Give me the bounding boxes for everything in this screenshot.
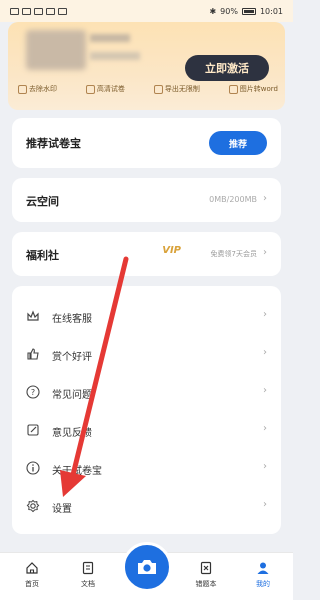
- menu-label: 意见反馈: [52, 428, 92, 439]
- tab-documents[interactable]: 文档: [68, 561, 108, 589]
- shield-icon: [46, 7, 55, 15]
- menu-label: 常见问题: [52, 390, 92, 401]
- chevron-right-icon: ›: [263, 385, 267, 396]
- menu-label: 赏个好评: [52, 352, 92, 363]
- document-icon: [82, 561, 94, 575]
- menu-label: 关于试卷宝: [52, 466, 102, 477]
- chevron-right-icon: ›: [263, 499, 267, 510]
- thumbs-up-icon: [27, 348, 39, 360]
- chevron-right-icon: ›: [263, 423, 267, 434]
- welfare-title: 福利社: [26, 249, 59, 262]
- chevron-right-icon: ›: [263, 347, 267, 358]
- recommend-card: 推荐试卷宝 推荐: [12, 118, 281, 168]
- status-bar: ✱ 90% 10:01: [0, 0, 293, 22]
- chevron-right-icon: ›: [263, 461, 267, 472]
- tab-mistakes[interactable]: 错题本: [186, 561, 226, 589]
- chevron-right-icon: ›: [263, 309, 267, 320]
- tab-profile[interactable]: 我的: [243, 561, 283, 589]
- tab-label: 我的: [256, 580, 270, 588]
- perk-item: 去除水印: [18, 84, 57, 94]
- menu-item-faq[interactable]: ? 常见问题 ›: [12, 372, 281, 412]
- vip-banner: 立即激活 去除水印 高清试卷 导出无限制 图片转word: [8, 22, 285, 110]
- perk-item: 导出无限制: [153, 84, 200, 94]
- perk-item: 图片转word: [228, 84, 278, 94]
- watermark-icon: [18, 84, 27, 94]
- menu-item-rate[interactable]: 赏个好评 ›: [12, 334, 281, 374]
- info-icon: [26, 461, 40, 475]
- tab-home[interactable]: 首页: [12, 561, 52, 589]
- tab-label: 错题本: [195, 580, 217, 588]
- battery-percent: 90%: [220, 6, 238, 16]
- perk-item: 高清试卷: [85, 84, 125, 94]
- tab-label: 文档: [81, 580, 95, 588]
- menu-item-about[interactable]: 关于试卷宝 ›: [12, 448, 281, 488]
- clock: 10:01: [259, 6, 283, 16]
- tab-label: 首页: [25, 580, 39, 588]
- menu-item-settings[interactable]: 设置 ›: [12, 486, 281, 526]
- camera-button[interactable]: [122, 542, 172, 592]
- cloud-title: 云空间: [26, 195, 59, 208]
- chevron-right-icon: ›: [263, 247, 267, 258]
- recommend-title: 推荐试卷宝: [26, 137, 81, 150]
- status-right: ✱ 90% 10:01: [209, 7, 283, 16]
- menu-label: 在线客服: [52, 314, 92, 325]
- vip-badge: VIP: [162, 245, 181, 256]
- hd-icon: [85, 84, 95, 94]
- camera-icon: [138, 560, 156, 574]
- status-left-icons: [10, 7, 67, 15]
- battery-icon: [241, 7, 256, 15]
- signal-icon: [10, 7, 19, 15]
- settings-menu: 在线客服 › 赏个好评 › ? 常见问题 › 意见反馈 › 关于试卷宝 › 设置…: [12, 286, 281, 534]
- app-notification-icon: [34, 7, 43, 15]
- vip-perks: 去除水印 高清试卷 导出无限制 图片转word: [18, 84, 278, 94]
- recommend-button[interactable]: 推荐: [209, 131, 267, 155]
- question-icon: ?: [26, 385, 40, 399]
- perk-label: 导出无限制: [164, 85, 200, 93]
- activate-button[interactable]: 立即激活: [185, 55, 269, 81]
- perk-label: 图片转word: [239, 85, 278, 93]
- menu-item-support[interactable]: 在线客服 ›: [12, 296, 281, 336]
- menu-label: 设置: [52, 504, 72, 515]
- word-icon: [228, 84, 238, 94]
- bluetooth-icon: ✱: [209, 6, 217, 16]
- welfare-row[interactable]: 福利社 VIP 免费领7天会员 ›: [12, 232, 281, 276]
- menu-item-feedback[interactable]: 意见反馈 ›: [12, 410, 281, 450]
- profile-icon: [257, 562, 269, 574]
- perk-label: 去除水印: [29, 85, 57, 93]
- export-icon: [153, 84, 163, 94]
- user-sub-blurred: [90, 52, 140, 60]
- edit-icon: [27, 424, 39, 436]
- perk-label: 高清试卷: [96, 85, 125, 93]
- cloud-space-row[interactable]: 云空间 0MB/200MB ›: [12, 178, 281, 222]
- username-blurred: [90, 34, 130, 42]
- svg-text:?: ?: [31, 388, 35, 397]
- settings-icon: [26, 499, 40, 513]
- mail-icon: [58, 7, 67, 15]
- chevron-right-icon: ›: [263, 193, 267, 204]
- cloud-usage: 0MB/200MB: [209, 195, 257, 204]
- wifi-icon: [22, 7, 31, 15]
- mistakes-icon: [200, 561, 212, 575]
- home-icon: [26, 562, 38, 574]
- crown-icon: [27, 310, 39, 321]
- avatar[interactable]: [26, 30, 86, 70]
- vip-desc: 免费领7天会员: [210, 250, 257, 258]
